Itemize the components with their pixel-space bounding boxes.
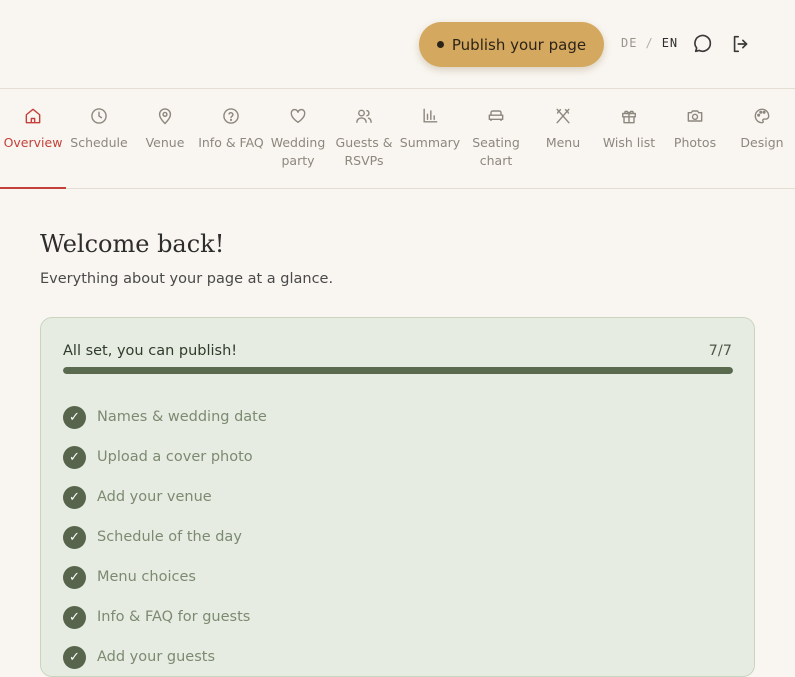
tab-schedule[interactable]: Schedule — [66, 89, 132, 188]
top-bar: Publish your page DE / EN — [0, 0, 795, 89]
page-title: Welcome back! — [40, 230, 225, 258]
publish-button[interactable]: Publish your page — [419, 22, 604, 67]
checkmark-icon: ✓ — [63, 645, 86, 669]
tab-wish-list[interactable]: Wish list — [596, 89, 662, 188]
checklist-item-label: Info & FAQ for guests — [97, 609, 251, 625]
sofa-icon — [488, 110, 504, 121]
map-pin-icon — [158, 108, 172, 125]
checkmark-icon: ✓ — [63, 565, 86, 589]
language-switcher: DE / EN — [621, 36, 678, 50]
bar-chart-icon — [423, 108, 438, 123]
checkmark-icon: ✓ — [63, 405, 86, 429]
home-icon — [25, 108, 41, 124]
setup-checklist-card: All set, you can publish! 7/7 ✓ Names & … — [40, 317, 755, 677]
heart-icon — [290, 108, 306, 123]
lang-separator: / — [645, 36, 654, 50]
lang-de-link[interactable]: DE — [621, 36, 637, 50]
tab-wedding-party[interactable]: Wedding party — [265, 89, 331, 188]
chat-bubble-icon[interactable] — [692, 33, 714, 55]
gift-icon — [622, 110, 636, 124]
tab-menu[interactable]: Menu — [530, 89, 596, 188]
tab-label: Design — [740, 135, 784, 150]
checkmark-icon: ✓ — [63, 445, 86, 469]
camera-icon — [687, 110, 703, 122]
tab-venue[interactable]: Venue — [132, 89, 198, 188]
tab-info-faq[interactable]: Info & FAQ — [198, 89, 264, 188]
lang-en-link[interactable]: EN — [662, 36, 678, 50]
checklist-item[interactable]: ✓ Info & FAQ for guests — [63, 597, 267, 637]
palette-icon — [754, 108, 770, 124]
tab-guests-rsvps[interactable]: Guests & RSVPs — [331, 89, 397, 188]
checklist-item[interactable]: ✓ Add your guests — [63, 637, 267, 677]
logout-icon[interactable] — [730, 33, 752, 55]
publish-button-label: Publish your page — [451, 35, 587, 54]
checklist-item-label: Add your venue — [97, 489, 212, 505]
checklist-item-label: Schedule of the day — [97, 529, 242, 545]
checklist-item-label: Add your guests — [97, 649, 216, 665]
checklist-item[interactable]: ✓ Add your venue — [63, 477, 267, 517]
checklist: ✓ Names & wedding date ✓ Upload a cover … — [63, 397, 267, 677]
checkmark-icon: ✓ — [63, 525, 86, 549]
clock-icon — [91, 108, 107, 124]
checkmark-icon: ✓ — [63, 485, 86, 509]
checklist-count: 7/7 — [708, 343, 732, 359]
progress-fill — [63, 367, 733, 374]
checklist-title: All set, you can publish! — [63, 343, 238, 359]
checklist-item[interactable]: ✓ Names & wedding date — [63, 397, 267, 437]
tab-seating-chart[interactable]: Seating chart — [463, 89, 529, 188]
tab-photos[interactable]: Photos — [662, 89, 728, 188]
checklist-item-label: Menu choices — [97, 569, 196, 585]
tab-design[interactable]: Design — [729, 89, 795, 188]
question-circle-icon — [223, 108, 239, 124]
section-tabs: Overview Schedule Venue Info & FAQ Weddi… — [0, 89, 795, 189]
tab-overview[interactable]: Overview — [0, 89, 66, 189]
checklist-item[interactable]: ✓ Upload a cover photo — [63, 437, 267, 477]
utensils-icon — [556, 108, 570, 124]
checklist-item-label: Names & wedding date — [97, 409, 267, 425]
checklist-item[interactable]: ✓ Schedule of the day — [63, 517, 267, 557]
page-subtitle: Everything about your page at a glance. — [40, 271, 334, 287]
status-dot-icon — [436, 41, 444, 48]
checklist-item[interactable]: ✓ Menu choices — [63, 557, 267, 597]
tab-summary[interactable]: Summary — [397, 89, 463, 188]
users-icon — [356, 109, 372, 123]
checklist-progress-bar — [63, 367, 733, 374]
checkmark-icon: ✓ — [63, 605, 86, 629]
checklist-item-label: Upload a cover photo — [97, 449, 253, 465]
